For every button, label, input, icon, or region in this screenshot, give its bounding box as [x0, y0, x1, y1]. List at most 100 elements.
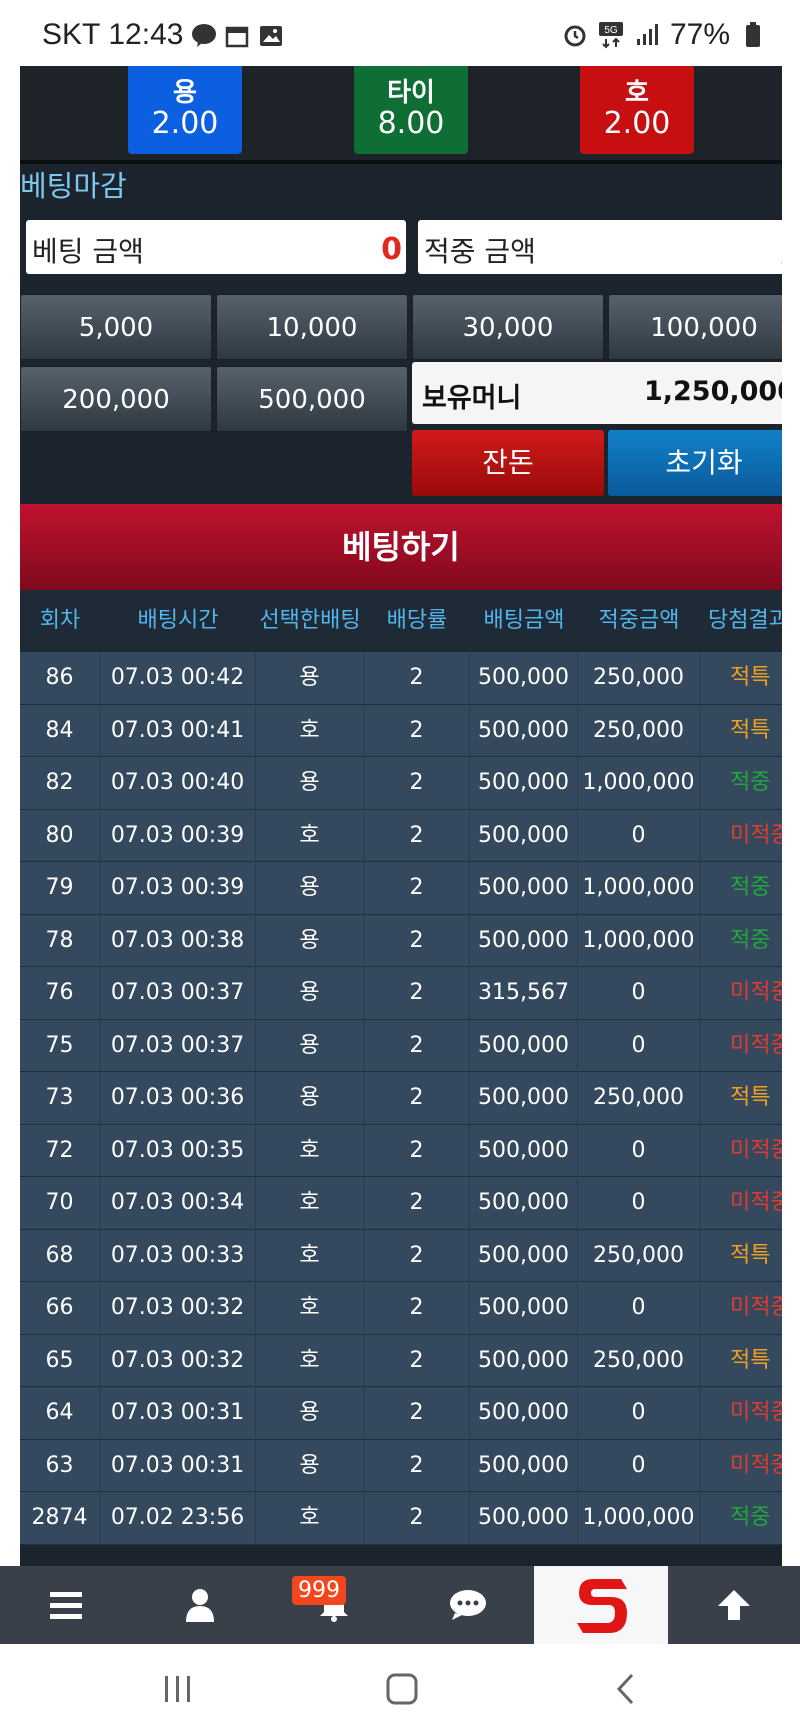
bet-cell: 500,000 [470, 809, 578, 862]
result-cell: 미적중 [730, 1032, 782, 1058]
bet-cell: 500,000 [470, 1492, 578, 1544]
result-cell: 적특 [730, 717, 771, 743]
round-cell: 84 [20, 704, 100, 757]
history-table-body: 86 07.03 00:42 용 2 500,000 250,000 적특 84 07.03 0… [20, 652, 782, 1545]
time-cell: 07.03 00:37 [100, 1019, 256, 1072]
carrier: SKT [42, 18, 101, 51]
battery-percent: 77% [669, 18, 730, 51]
odds-dragon-button[interactable]: 용 2.00 [128, 66, 242, 154]
win-cell: 250,000 [578, 1072, 700, 1124]
table-row: 65 07.03 00:32 호 2 500,000 250,000 적특 [20, 1334, 782, 1387]
win-cell: 1,000,000 [578, 757, 700, 809]
arrow-up-icon[interactable] [668, 1566, 800, 1644]
place-bet-button[interactable]: 베팅하기 [20, 504, 782, 590]
odds-label: 타이 [387, 78, 435, 108]
time-cell: 07.03 00:36 [100, 1072, 256, 1124]
brand-logo[interactable] [534, 1566, 668, 1644]
clock: 12:43 [108, 18, 184, 51]
home-icon[interactable] [372, 1666, 432, 1712]
round-cell: 82 [20, 757, 100, 809]
pick-cell: 호 [256, 809, 364, 862]
bet-cell: 500,000 [470, 1334, 578, 1387]
round-cell: 66 [20, 1282, 100, 1334]
odds-cell: 2 [364, 652, 470, 704]
chip-5000-button[interactable]: 5,000 [20, 294, 212, 360]
time-cell: 07.03 00:40 [100, 757, 256, 809]
chip-200000-button[interactable]: 200,000 [20, 366, 212, 432]
pick-cell: 용 [256, 862, 364, 914]
win-cell: 0 [578, 1282, 700, 1334]
table-row: 78 07.03 00:38 용 2 500,000 1,000,000 적중 [20, 914, 782, 967]
bet-cell: 500,000 [470, 704, 578, 757]
chip-10000-button[interactable]: 10,000 [216, 294, 408, 360]
pick-cell: 호 [256, 1124, 364, 1177]
pick-cell: 용 [256, 757, 364, 809]
chat-icon[interactable] [402, 1566, 534, 1644]
col-round: 회차 [39, 608, 81, 633]
bet-amount-value: 0 [381, 232, 402, 267]
round-cell: 68 [20, 1229, 100, 1282]
bet-amount-field: 베팅 금액 0 [26, 220, 406, 274]
odds-label: 호 [625, 78, 649, 108]
round-cell: 63 [20, 1439, 100, 1492]
bet-cell: 500,000 [470, 862, 578, 914]
round-cell: 79 [20, 862, 100, 914]
col-pick: 선택한배팅 [259, 608, 361, 633]
chip-100000-button[interactable]: 100,000 [608, 294, 782, 360]
change-button[interactable]: 잔돈 [412, 430, 604, 496]
bet-cell: 500,000 [470, 652, 578, 704]
time-cell: 07.03 00:32 [100, 1282, 256, 1334]
win-cell: 0 [578, 1387, 700, 1439]
pick-cell: 용 [256, 1439, 364, 1492]
win-cell: 250,000 [578, 704, 700, 757]
odds-cell: 2 [364, 1387, 470, 1439]
system-nav-bar [0, 1644, 800, 1734]
odds-row: 용 2.00 타이 8.00 호 2.00 [20, 66, 782, 164]
status-bar: SKT 12:43 5G 77% [0, 0, 800, 66]
odds-value: 8.00 [377, 106, 445, 141]
odds-cell: 2 [364, 757, 470, 809]
time-cell: 07.03 00:41 [100, 704, 256, 757]
pick-cell: 용 [256, 1072, 364, 1124]
battery-icon [740, 22, 766, 48]
pick-cell: 호 [256, 1177, 364, 1229]
time-cell: 07.02 23:56 [100, 1492, 256, 1544]
svg-text:5G: 5G [604, 25, 618, 36]
odds-tiger-button[interactable]: 호 2.00 [580, 66, 694, 154]
pick-cell: 호 [256, 1282, 364, 1334]
odds-cell: 2 [364, 1282, 470, 1334]
win-cell: 1,000,000 [578, 914, 700, 967]
table-row: 66 07.03 00:32 호 2 500,000 0 미적중 [20, 1282, 782, 1335]
menu-icon[interactable] [0, 1566, 132, 1644]
win-cell: 250,000 [578, 1229, 700, 1282]
col-win: 적중금액 [598, 608, 680, 633]
result-cell: 적중 [730, 927, 771, 953]
result-cell: 미적중 [730, 1190, 782, 1215]
recent-apps-icon[interactable] [148, 1666, 208, 1712]
odds-label: 용 [173, 78, 197, 108]
odds-cell: 2 [364, 1177, 470, 1229]
win-cell: 0 [578, 967, 700, 1019]
round-cell: 80 [20, 809, 100, 862]
odds-cell: 2 [364, 809, 470, 862]
col-bet: 배팅금액 [483, 608, 565, 633]
odds-cell: 2 [364, 914, 470, 967]
win-cell: 1,000,000 [578, 862, 700, 914]
round-cell: 64 [20, 1387, 100, 1439]
odds-tie-button[interactable]: 타이 8.00 [354, 66, 468, 154]
time-cell: 07.03 00:39 [100, 809, 256, 862]
table-row: 73 07.03 00:36 용 2 500,000 250,000 적특 [20, 1072, 782, 1125]
reset-button[interactable]: 초기화 [608, 430, 782, 496]
back-icon[interactable] [596, 1666, 656, 1712]
bet-cell: 315,567 [470, 967, 578, 1019]
pick-cell: 호 [256, 1492, 364, 1544]
table-row: 79 07.03 00:39 용 2 500,000 1,000,000 적중 [20, 862, 782, 915]
result-cell: 적특 [730, 1085, 771, 1110]
chip-500000-button[interactable]: 500,000 [216, 366, 408, 432]
5g-icon: 5G [598, 22, 624, 49]
table-row: 68 07.03 00:33 호 2 500,000 250,000 적특 [20, 1229, 782, 1282]
round-cell: 2874 [20, 1492, 100, 1544]
chip-30000-button[interactable]: 30,000 [412, 294, 604, 360]
result-cell: 적특 [730, 1347, 771, 1373]
user-icon[interactable] [134, 1566, 266, 1644]
